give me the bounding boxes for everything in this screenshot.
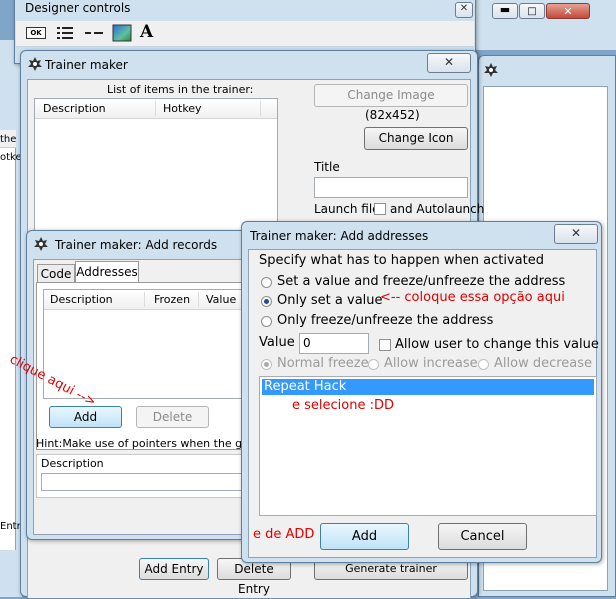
column-header[interactable]: Frozen <box>154 290 190 310</box>
annotation-add-note: e de ADD <box>253 527 315 542</box>
option-label[interactable]: Only set a value <box>277 293 383 308</box>
add-button[interactable]: Add <box>320 523 409 550</box>
button-tool-icon[interactable]: OK <box>26 27 46 39</box>
annotation-option-note: <-- coloque essa opção aqui <box>380 290 565 305</box>
minimize-button[interactable]: ▬ <box>492 3 518 19</box>
close-button[interactable]: ✕ <box>427 53 471 73</box>
title-input[interactable] <box>314 177 468 198</box>
autolaunch-checkbox[interactable] <box>374 203 386 215</box>
freeze-label[interactable]: Allow decrease <box>494 356 592 371</box>
items-list-label: List of items in the trainer: <box>107 83 254 96</box>
app-icon <box>483 62 499 78</box>
image-tool-icon[interactable] <box>112 24 132 42</box>
list-tool-icon[interactable] <box>56 25 74 41</box>
toolbar: OK A <box>16 21 474 47</box>
line-tool-icon[interactable] <box>84 25 104 41</box>
description-panel: Description <box>36 454 268 498</box>
autolaunch-label: and Autolaunch <box>390 202 485 216</box>
tab-code[interactable]: Code <box>37 264 75 282</box>
designer-title: Designer controls <box>25 1 131 15</box>
cancel-button[interactable]: Cancel <box>438 523 527 550</box>
add-entry-button[interactable]: Add Entry <box>139 558 209 580</box>
option-label[interactable]: Only freeze/unfreeze the address <box>277 313 493 328</box>
annotation-select-note: e selecione :DD <box>292 398 394 413</box>
items-list[interactable]: Description Hotkey <box>34 98 278 233</box>
title-label: Title <box>314 160 340 174</box>
list-header: Description Frozen Value <box>44 290 264 310</box>
close-button[interactable]: ✕ <box>554 224 598 244</box>
freeze-radio[interactable] <box>261 359 272 370</box>
list-header: Description Hotkey <box>35 99 277 119</box>
close-button[interactable]: ✕ <box>455 2 473 18</box>
freeze-label[interactable]: Allow increase <box>384 356 478 371</box>
value-label: Value <box>259 335 295 350</box>
change-image-button[interactable]: Change Image <box>314 84 468 107</box>
freeze-radio[interactable] <box>368 359 379 370</box>
window-title: Trainer maker <box>45 58 128 72</box>
value-input[interactable]: 0 <box>299 333 369 354</box>
background-text: the <box>0 134 17 145</box>
option-label[interactable]: Set a value and freeze/unfreeze the addr… <box>277 274 565 289</box>
freeze-radio[interactable] <box>478 359 489 370</box>
add-record-button[interactable]: Add <box>49 406 122 428</box>
records-list[interactable]: Repeat Hack <box>259 376 597 516</box>
background-left-client <box>0 130 16 550</box>
window-title: Trainer maker: Add addresses <box>250 229 429 243</box>
text-tool-icon[interactable]: A <box>140 22 158 42</box>
option-radio[interactable] <box>261 277 272 288</box>
list-item-selected[interactable]: Repeat Hack <box>262 379 594 395</box>
records-list[interactable]: Description Frozen Value <box>43 289 265 399</box>
close-button[interactable]: ✕ <box>546 3 590 19</box>
description-label: Description <box>41 457 104 470</box>
specify-label: Specify what has to happen when activate… <box>259 253 544 268</box>
column-header[interactable]: Description <box>50 290 113 310</box>
allow-change-checkbox[interactable] <box>379 339 391 351</box>
tab-panel: Description Frozen Value Add Delete <box>36 282 268 450</box>
image-size-text: (82x452) <box>365 108 420 122</box>
description-input[interactable] <box>41 473 267 491</box>
column-header[interactable]: Description <box>43 99 106 119</box>
delete-record-button[interactable]: Delete <box>136 406 209 428</box>
change-icon-button[interactable]: Change Icon <box>364 127 468 150</box>
window-title: Trainer maker: Add records <box>55 238 218 252</box>
allow-change-label[interactable]: Allow user to change this value <box>395 337 599 352</box>
option-radio[interactable] <box>261 296 272 307</box>
tab-addresses[interactable]: Addresses <box>75 261 139 283</box>
maximize-button[interactable]: □ <box>519 3 545 19</box>
column-header[interactable]: Value <box>206 290 236 310</box>
column-header[interactable]: Hotkey <box>163 99 202 119</box>
freeze-label[interactable]: Normal freeze <box>277 356 369 371</box>
option-radio[interactable] <box>261 316 272 327</box>
add-addresses-window: Trainer maker: Add addresses ✕ Specify w… <box>241 221 602 563</box>
